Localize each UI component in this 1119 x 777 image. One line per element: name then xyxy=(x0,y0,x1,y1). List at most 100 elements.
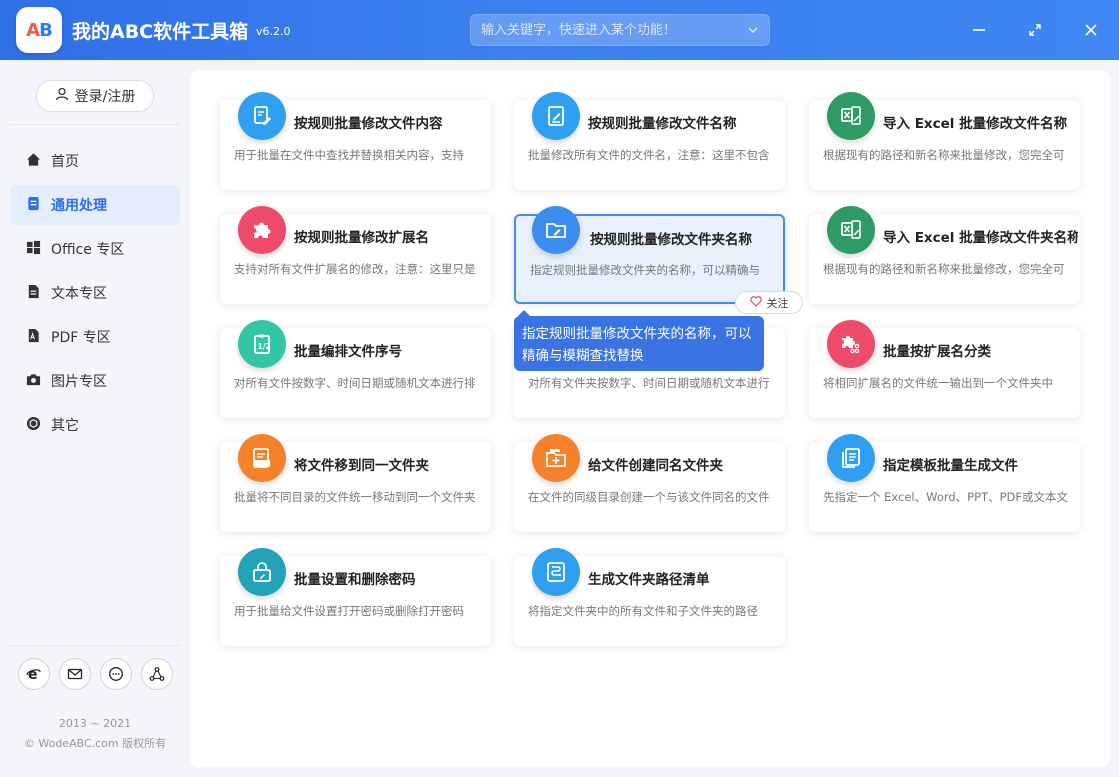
card-title: 按规则批量修改扩展名 xyxy=(294,230,429,246)
search-input[interactable] xyxy=(481,15,741,45)
maximize-button[interactable] xyxy=(1023,18,1047,42)
card-desc: 在文件的同级目录创建一个与该文件同名的文件 xyxy=(528,490,770,504)
card-batch-edit-content[interactable]: 按规则批量修改文件内容 用于批量在文件中查找并替换相关内容，支持 xyxy=(220,92,491,190)
login-button[interactable]: 登录/注册 xyxy=(36,80,154,112)
card-title: 按规则批量修改文件名称 xyxy=(588,116,737,132)
pdf-icon xyxy=(26,328,41,347)
sidebar: 登录/注册 首页 通用处理 Office 专区 文本专区 PDF 专区 图片专区… xyxy=(0,60,190,777)
card-desc: 对所有文件按数字、时间日期或随机文本进行排 xyxy=(234,376,476,390)
windows-icon xyxy=(26,240,41,259)
folder-edit-icon xyxy=(532,206,580,254)
lock-icon xyxy=(238,548,286,596)
card-title: 批量按扩展名分类 xyxy=(883,344,991,360)
sidebar-item-label: 图片专区 xyxy=(51,374,107,390)
sidebar-item-image[interactable]: 图片专区 xyxy=(10,361,180,401)
edit-document-icon xyxy=(238,92,286,140)
numbering-icon: 1/2 xyxy=(238,320,286,368)
document-icon xyxy=(26,196,41,215)
sidebar-item-general[interactable]: 通用处理 xyxy=(10,185,180,225)
divider xyxy=(10,645,180,646)
chat-icon[interactable] xyxy=(100,658,132,690)
card-desc: 批量将不同目录的文件统一移动到同一个文件夹 xyxy=(234,490,476,504)
copyright-text: © WodeABC.com 版权所有 xyxy=(23,737,167,750)
sidebar-item-pdf[interactable]: PDF 专区 xyxy=(10,317,180,357)
rename-file-icon xyxy=(532,92,580,140)
card-title: 指定模板批量生成文件 xyxy=(883,458,1018,474)
heart-icon xyxy=(749,295,762,310)
card-desc: 将指定文件夹中的所有文件和子文件夹的路径 xyxy=(528,604,758,618)
search-box[interactable] xyxy=(470,14,770,46)
copyright-years: 2013 ~ 2021 xyxy=(58,717,132,730)
card-batch-edit-extension[interactable]: 按规则批量修改扩展名 支持对所有文件扩展名的修改，注意：这里只是 xyxy=(220,206,491,304)
card-desc: 根据现有的路径和新名称来批量修改，您完全可 xyxy=(823,148,1065,162)
tooltip: 指定规则批量修改文件夹的名称，可以精确与模糊查找替换 xyxy=(514,310,764,371)
card-title: 导入 Excel 批量修改文件名称 xyxy=(883,116,1068,132)
move-file-icon xyxy=(238,434,286,482)
card-title: 按规则批量修改文件内容 xyxy=(294,116,443,132)
follow-label: 关注 xyxy=(766,296,789,310)
template-icon xyxy=(827,434,875,482)
card-desc: 批量修改所有文件的文件名，注意：这里不包含 xyxy=(528,148,770,162)
follow-button[interactable]: 关注 xyxy=(735,291,803,314)
card-excel-rename-folders[interactable]: 导入 Excel 批量修改文件夹名称 根据现有的路径和新名称来批量修改，您完全可 xyxy=(809,206,1080,304)
minimize-button[interactable] xyxy=(967,18,991,42)
svg-text:e: e xyxy=(28,667,38,682)
card-desc: 支持对所有文件扩展名的修改，注意：这里只是 xyxy=(234,262,476,276)
login-label: 登录/注册 xyxy=(74,89,136,105)
card-desc: 用于批量给文件设置打开密码或删除打开密码 xyxy=(234,604,464,618)
card-move-files[interactable]: 将文件移到同一文件夹 批量将不同目录的文件统一移动到同一个文件夹 xyxy=(220,434,491,532)
ie-icon[interactable]: e xyxy=(18,658,50,690)
card-title: 导入 Excel 批量修改文件夹名称 xyxy=(883,230,1078,246)
user-icon xyxy=(55,87,69,105)
card-title: 按规则批量修改文件夹名称 xyxy=(590,232,752,248)
app-logo: AB xyxy=(16,7,62,53)
card-create-same-name-folder[interactable]: 给文件创建同名文件夹 在文件的同级目录创建一个与该文件同名的文件 xyxy=(514,434,785,532)
chevron-down-icon[interactable] xyxy=(747,24,759,36)
card-title: 给文件创建同名文件夹 xyxy=(588,458,723,474)
card-title: 生成文件夹路径清单 xyxy=(588,572,710,588)
sidebar-item-label: Office 专区 xyxy=(51,242,125,258)
card-desc: 对所有文件夹按数字、时间日期或随机文本进行 xyxy=(528,376,770,390)
cube-icon xyxy=(26,416,41,435)
card-desc: 用于批量在文件中查找并替换相关内容，支持 xyxy=(234,148,464,162)
sidebar-item-home[interactable]: 首页 xyxy=(10,141,180,181)
sidebar-item-office[interactable]: Office 专区 xyxy=(10,229,180,269)
puzzle-icon xyxy=(238,206,286,254)
card-desc: 将相同扩展名的文件统一输出到一个文件夹中 xyxy=(823,376,1053,390)
card-title: 批量设置和删除密码 xyxy=(294,572,416,588)
card-title: 批量编排文件序号 xyxy=(294,344,402,360)
create-folder-icon xyxy=(532,434,580,482)
card-template-generate[interactable]: 指定模板批量生成文件 先指定一个 Excel、Word、PPT、PDF或文本文 xyxy=(809,434,1080,532)
share-icon[interactable] xyxy=(141,658,173,690)
sidebar-item-label: 首页 xyxy=(51,154,79,170)
excel-icon xyxy=(827,92,875,140)
card-excel-rename-files[interactable]: 导入 Excel 批量修改文件名称 根据现有的路径和新名称来批量修改，您完全可 xyxy=(809,92,1080,190)
sidebar-item-label: PDF 专区 xyxy=(51,330,111,346)
sidebar-item-other[interactable]: 其它 xyxy=(10,405,180,445)
path-list-icon xyxy=(532,548,580,596)
divider xyxy=(10,124,180,125)
camera-icon xyxy=(26,372,41,391)
bottom-toolbar: e xyxy=(18,658,173,690)
card-title: 将文件移到同一文件夹 xyxy=(294,458,429,474)
puzzle-category-icon xyxy=(827,320,875,368)
sidebar-item-text[interactable]: 文本专区 xyxy=(10,273,180,313)
card-desc: 先指定一个 Excel、Word、PPT、PDF或文本文 xyxy=(823,490,1068,504)
close-button[interactable] xyxy=(1079,18,1103,42)
card-classify-by-extension[interactable]: 批量按扩展名分类 将相同扩展名的文件统一输出到一个文件夹中 xyxy=(809,320,1080,418)
excel-icon xyxy=(827,206,875,254)
card-desc: 根据现有的路径和新名称来批量修改，您完全可 xyxy=(823,262,1065,276)
sidebar-item-label: 文本专区 xyxy=(51,286,107,302)
mail-icon[interactable] xyxy=(59,658,91,690)
card-desc: 指定规则批量修改文件夹的名称，可以精确与 xyxy=(530,263,760,277)
card-password[interactable]: 批量设置和删除密码 用于批量给文件设置打开密码或删除打开密码 xyxy=(220,548,491,646)
app-title: 我的ABC软件工具箱 xyxy=(72,21,249,43)
title-bar: AB 我的ABC软件工具箱 v6.2.0 xyxy=(0,0,1119,60)
card-batch-rename-files[interactable]: 按规则批量修改文件名称 批量修改所有文件的文件名，注意：这里不包含 xyxy=(514,92,785,190)
card-folder-path-list[interactable]: 生成文件夹路径清单 将指定文件夹中的所有文件和子文件夹的路径 xyxy=(514,548,785,646)
sidebar-item-label: 其它 xyxy=(51,418,79,434)
home-icon xyxy=(26,152,41,171)
card-batch-numbering-files[interactable]: 1/2 批量编排文件序号 对所有文件按数字、时间日期或随机文本进行排 xyxy=(220,320,491,418)
sidebar-item-label: 通用处理 xyxy=(51,198,107,214)
svg-text:1/2: 1/2 xyxy=(258,342,271,351)
